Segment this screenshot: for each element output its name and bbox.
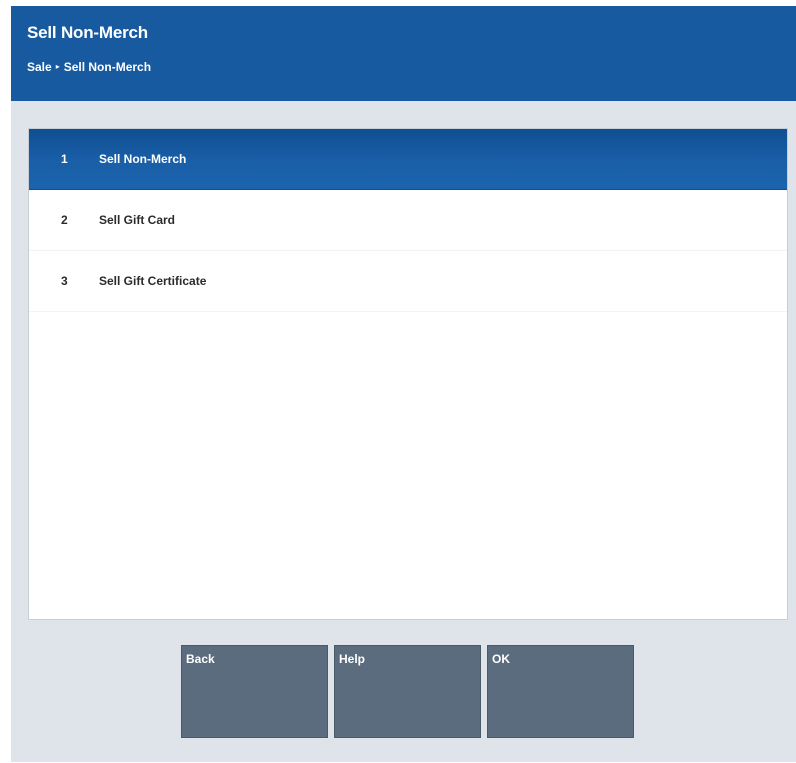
list-item-sell-non-merch[interactable]: 1 Sell Non-Merch — [29, 129, 787, 190]
list-item-sell-gift-card[interactable]: 2 Sell Gift Card — [29, 190, 787, 251]
list-item-number: 2 — [61, 213, 68, 227]
list-item-number: 1 — [61, 152, 68, 166]
sell-non-merch-window: Sell Non-Merch Sale ▸ Sell Non-Merch 1 S… — [11, 6, 796, 762]
list-item-sell-gift-certificate[interactable]: 3 Sell Gift Certificate — [29, 251, 787, 312]
breadcrumb: Sale ▸ Sell Non-Merch — [27, 60, 151, 74]
breadcrumb-parent[interactable]: Sale — [27, 60, 52, 74]
header-bar: Sell Non-Merch Sale ▸ Sell Non-Merch — [11, 6, 796, 101]
list-item-label: Sell Non-Merch — [99, 152, 187, 166]
button-bar: Back Help OK — [181, 645, 634, 738]
list-item-number: 3 — [61, 274, 68, 288]
help-button[interactable]: Help — [334, 645, 481, 738]
breadcrumb-current: Sell Non-Merch — [63, 60, 152, 74]
ok-button[interactable]: OK — [487, 645, 634, 738]
back-button[interactable]: Back — [181, 645, 328, 738]
breadcrumb-separator-icon: ▸ — [55, 62, 60, 71]
page-title: Sell Non-Merch — [27, 23, 148, 42]
list-item-label: Sell Gift Certificate — [99, 274, 207, 288]
menu-list: 1 Sell Non-Merch 2 Sell Gift Card 3 Sell… — [28, 128, 788, 620]
list-item-label: Sell Gift Card — [99, 213, 176, 227]
